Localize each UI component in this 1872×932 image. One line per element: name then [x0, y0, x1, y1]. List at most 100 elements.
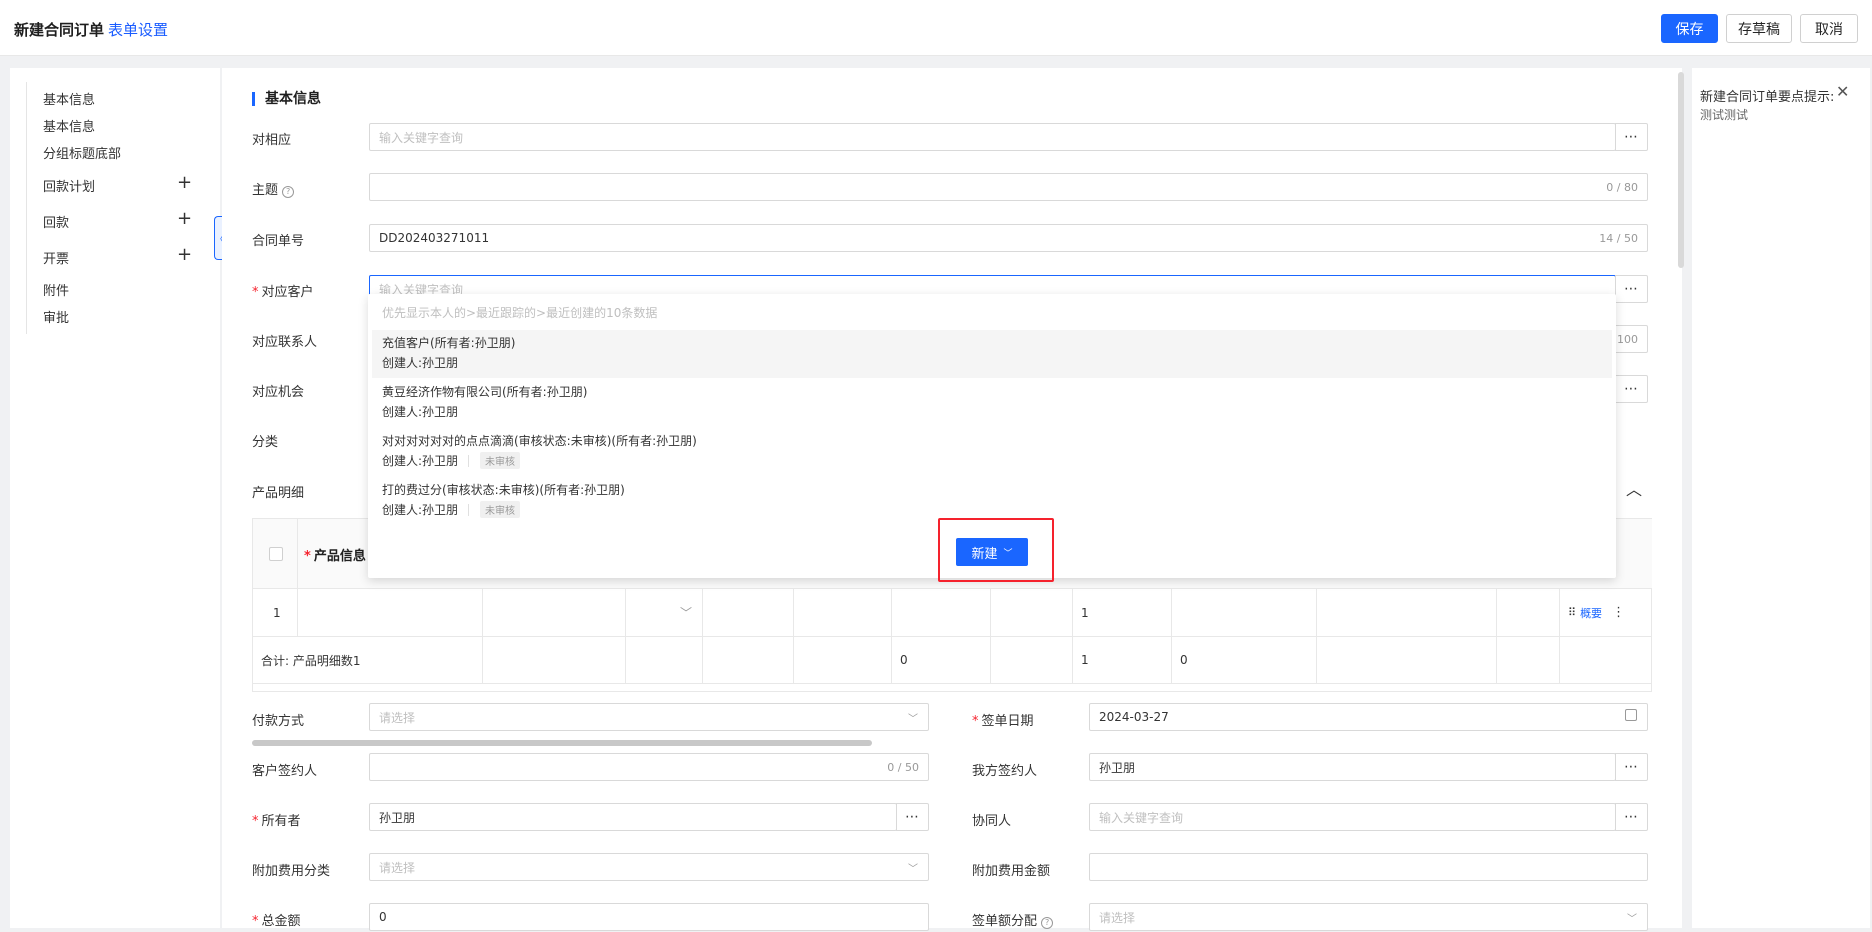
extra-fee-amount-input[interactable]: [1089, 853, 1648, 881]
option-name: 对对对对对对的点点滴滴(审核状态:未审核)(所有者:孙卫朋): [382, 434, 697, 448]
table-cell-select[interactable]: ﹀: [626, 589, 703, 637]
select-all-checkbox[interactable]: [269, 547, 283, 561]
chevron-down-icon: ﹀: [1627, 914, 1637, 925]
section-title: 基本信息: [252, 92, 321, 106]
field-label-payment-method: 付款方式: [252, 714, 305, 729]
dui-ying-input[interactable]: 输入关键字查询: [369, 123, 1616, 151]
list-item[interactable]: 黄豆经济作物有限公司(所有者:孙卫朋) 创建人:孙卫朋: [372, 379, 1612, 427]
field-label-dui-ying: 对相应: [252, 133, 292, 148]
tips-panel: 新建合同订单要点提示: 测试测试 ✕: [1692, 68, 1870, 928]
sidebar-item-group-bottom[interactable]: 分组标题底部: [43, 143, 121, 162]
sidebar-item-payment-plan[interactable]: 回款计划: [43, 176, 95, 195]
sidebar-item-approval[interactable]: 审批: [43, 307, 69, 326]
field-label-customer: * 对应客户: [252, 285, 314, 300]
vertical-scrollbar[interactable]: [1678, 72, 1684, 268]
field-label-subject: 主题 ?: [252, 179, 295, 198]
payment-method-select[interactable]: 请选择 ﹀: [369, 703, 929, 731]
chevron-down-icon: ﹀: [679, 606, 692, 620]
contact-counter: 100: [1617, 333, 1638, 346]
collapse-chevron-up-icon[interactable]: ︿: [1626, 476, 1642, 500]
table-total-cell: [991, 637, 1073, 684]
field-label-owner: * 所有者: [252, 814, 301, 829]
chevron-down-icon: ﹀: [1003, 548, 1013, 559]
summary-link[interactable]: 概要: [1580, 605, 1602, 621]
table-total-label: 合计: 产品明细数1: [253, 637, 483, 684]
list-item[interactable]: 充值客户(所有者:孙卫朋) 创建人:孙卫朋: [372, 330, 1612, 378]
table-cell[interactable]: [892, 589, 991, 637]
add-payment-plan-icon[interactable]: +: [177, 174, 192, 192]
table-total-cell: [703, 637, 794, 684]
save-draft-button[interactable]: 存草稿: [1726, 14, 1792, 43]
field-label-product-detail: 产品明细: [252, 486, 305, 501]
table-total-cell: [483, 637, 626, 684]
field-label-extra-fee-category: 附加费用分类: [252, 864, 331, 879]
table-cell[interactable]: [483, 589, 626, 637]
customer-signer-input[interactable]: 0 / 50: [369, 753, 929, 781]
more-vertical-icon[interactable]: ⋮: [1612, 605, 1625, 620]
sidebar-item-basic-info[interactable]: 基本信息: [43, 89, 95, 108]
field-label-order-allocation: 签单额分配 ?: [972, 910, 1054, 929]
field-label-sign-date: * 签单日期: [972, 714, 1034, 729]
field-label-contact: 对应联系人: [252, 335, 318, 350]
table-cell[interactable]: [991, 589, 1073, 637]
page-title: 新建合同订单: [14, 21, 105, 39]
product-info-header: 产品信息: [313, 549, 366, 564]
table-cell[interactable]: [1497, 589, 1560, 637]
table-cell[interactable]: [794, 589, 892, 637]
sign-date-picker[interactable]: 2024-03-27: [1089, 703, 1648, 731]
extra-fee-category-select[interactable]: 请选择 ﹀: [369, 853, 929, 881]
collaborator-input[interactable]: 输入关键字查询: [1089, 803, 1616, 831]
table-cell-product[interactable]: [298, 589, 483, 637]
table-total-value: 0: [1172, 637, 1317, 684]
add-invoice-icon[interactable]: +: [177, 246, 192, 264]
sidebar-item-invoice[interactable]: 开票: [43, 248, 69, 267]
sidebar-item-payment[interactable]: 回款: [43, 212, 69, 231]
help-icon[interactable]: ?: [1041, 917, 1054, 929]
subject-input[interactable]: 0 / 80: [369, 173, 1648, 201]
more-icon[interactable]: ⋯: [1615, 375, 1648, 403]
option-name: 黄豆经济作物有限公司(所有者:孙卫朋): [382, 385, 588, 399]
table-total-value: 1: [1073, 637, 1172, 684]
sign-date-value: 2024-03-27: [1099, 710, 1169, 724]
table-cell[interactable]: [1172, 589, 1317, 637]
dropdown-hint: 优先显示本人的>最近跟踪的>最近创建的10条数据: [382, 306, 658, 320]
form-settings-link[interactable]: 表单设置: [108, 19, 168, 40]
more-icon[interactable]: ⋯: [1615, 275, 1648, 303]
total-amount-input[interactable]: 0: [369, 903, 929, 931]
add-payment-icon[interactable]: +: [177, 210, 192, 228]
contract-no-input[interactable]: DD202403271011 14 / 50: [369, 224, 1648, 252]
order-allocation-select[interactable]: 请选择 ﹀: [1089, 903, 1648, 931]
table-total-cell: [1317, 637, 1497, 684]
cancel-button[interactable]: 取消: [1800, 14, 1858, 43]
contract-no-counter: 14 / 50: [1599, 232, 1638, 245]
sidebar-item-basic-info-2[interactable]: 基本信息: [43, 116, 95, 135]
more-icon[interactable]: ⋯: [1615, 123, 1648, 151]
help-icon[interactable]: ?: [282, 186, 295, 198]
more-icon[interactable]: ⋯: [1615, 753, 1648, 781]
table-cell[interactable]: [703, 589, 794, 637]
table-header-select: [253, 519, 298, 589]
tips-title: 新建合同订单要点提示:: [1700, 90, 1835, 105]
table-total-cell: [794, 637, 892, 684]
nav-line: [26, 82, 27, 334]
sidebar-item-attachment[interactable]: 附件: [43, 280, 69, 299]
subject-counter: 0 / 80: [1606, 181, 1638, 194]
table-total-cell: [1560, 637, 1652, 684]
table-cell[interactable]: [1317, 589, 1497, 637]
option-name: 打的费过分(审核状态:未审核)(所有者:孙卫朋): [382, 483, 625, 497]
more-icon[interactable]: ⋯: [1615, 803, 1648, 831]
close-icon[interactable]: ✕: [1836, 82, 1849, 101]
more-icon[interactable]: ⋯: [896, 803, 929, 831]
new-customer-button[interactable]: 新建 ﹀: [956, 538, 1028, 566]
drag-handle-icon[interactable]: ⠿: [1568, 606, 1576, 619]
our-signer-input[interactable]: 孙卫朋: [1089, 753, 1616, 781]
list-item[interactable]: 对对对对对对的点点滴滴(审核状态:未审核)(所有者:孙卫朋) 创建人:孙卫朋 未…: [372, 428, 1612, 476]
status-badge: 未审核: [480, 452, 520, 469]
table-horizontal-scrollbar[interactable]: [252, 740, 872, 746]
contract-no-value: DD202403271011: [379, 231, 490, 245]
table-cell-qty[interactable]: 1: [1073, 589, 1172, 637]
owner-input[interactable]: 孙卫朋: [369, 803, 897, 831]
save-button[interactable]: 保存: [1661, 14, 1718, 43]
customer-signer-counter: 0 / 50: [887, 761, 919, 774]
field-label-total-amount: * 总金额: [252, 914, 301, 929]
